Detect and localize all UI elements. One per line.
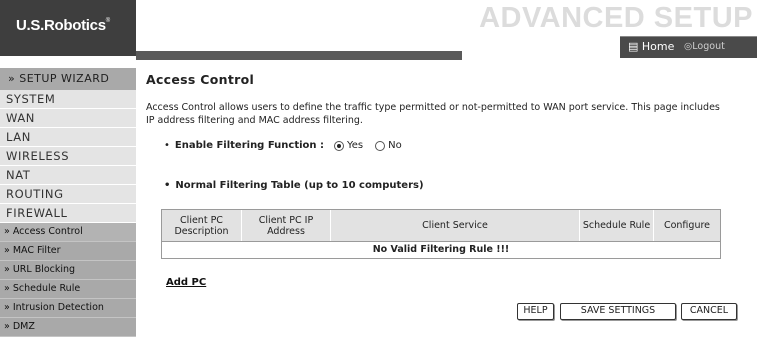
- bullet-icon: •: [164, 140, 170, 151]
- filter-yes-label: Yes: [347, 140, 364, 151]
- logo-box: U.S.Robotics®: [0, 0, 136, 56]
- help-button[interactable]: HELP: [517, 303, 554, 320]
- page-title: Access Control: [146, 72, 255, 87]
- sidebar-item-nat[interactable]: NAT: [0, 166, 136, 185]
- sidebar-item-system[interactable]: SYSTEM: [0, 90, 136, 109]
- column-header-ip-address: Client PC IP Address: [242, 210, 331, 241]
- top-nav-bar: ▤ Home ◎Logout: [620, 36, 757, 58]
- sidebar-item-wireless[interactable]: WIRELESS: [0, 147, 136, 166]
- sidebar-subitem-schedule-rule[interactable]: » Schedule Rule: [0, 280, 136, 299]
- sidebar-subitem-intrusion-detection[interactable]: » Intrusion Detection: [0, 299, 136, 318]
- filter-function-label: Enable Filtering Function :: [174, 140, 324, 151]
- usrobotics-logo: U.S.Robotics®: [16, 17, 110, 34]
- radio-unchecked-icon[interactable]: [375, 140, 386, 151]
- bullet-icon: •: [164, 180, 171, 191]
- column-header-configure: Configure: [654, 210, 720, 241]
- add-pc-link[interactable]: Add PC: [166, 277, 206, 288]
- header-divider: [136, 51, 462, 60]
- filter-no-radio[interactable]: No: [375, 140, 402, 151]
- logout-link[interactable]: ◎Logout: [684, 41, 725, 52]
- filter-function-row: • Enable Filtering Function : Yes No: [164, 140, 414, 151]
- table-header-row: Client PC Description Client PC IP Addre…: [162, 210, 720, 241]
- cancel-button[interactable]: CANCEL: [681, 303, 737, 320]
- sidebar-item-setup-wizard[interactable]: » SETUP WIZARD: [0, 68, 136, 90]
- sidebar-item-lan[interactable]: LAN: [0, 128, 136, 147]
- filtering-table: Client PC Description Client PC IP Addre…: [161, 209, 721, 259]
- column-header-schedule-rule: Schedule Rule: [580, 210, 654, 241]
- radio-checked-icon[interactable]: [334, 140, 344, 151]
- column-header-client-service: Client Service: [331, 210, 580, 241]
- table-empty-message: No Valid Filtering Rule !!!: [162, 241, 720, 258]
- save-settings-button[interactable]: SAVE SETTINGS: [560, 303, 676, 320]
- filter-yes-radio[interactable]: Yes: [334, 140, 363, 151]
- sidebar-subitem-dmz[interactable]: » DMZ: [0, 318, 136, 337]
- sidebar-item-wan[interactable]: WAN: [0, 109, 136, 128]
- sidebar-subitem-mac-filter[interactable]: » MAC Filter: [0, 242, 136, 261]
- home-icon: ▤: [628, 40, 639, 53]
- filtering-table-label: • Normal Filtering Table (up to 10 comput…: [164, 180, 424, 191]
- sidebar-subitem-access-control[interactable]: » Access Control: [0, 223, 136, 242]
- intro-text: Access Control allows users to define th…: [146, 102, 720, 126]
- banner-title: ADVANCED SETUP: [479, 2, 753, 34]
- sidebar-item-routing[interactable]: ROUTING: [0, 185, 136, 204]
- home-link[interactable]: ▤ Home: [628, 40, 674, 53]
- sidebar-subitem-url-blocking[interactable]: » URL Blocking: [0, 261, 136, 280]
- filter-no-label: No: [388, 140, 402, 151]
- sidebar: » SETUP WIZARD SYSTEM WAN LAN WIRELESS N…: [0, 68, 136, 338]
- column-header-description: Client PC Description: [162, 210, 242, 241]
- sidebar-item-firewall[interactable]: FIREWALL: [0, 204, 136, 223]
